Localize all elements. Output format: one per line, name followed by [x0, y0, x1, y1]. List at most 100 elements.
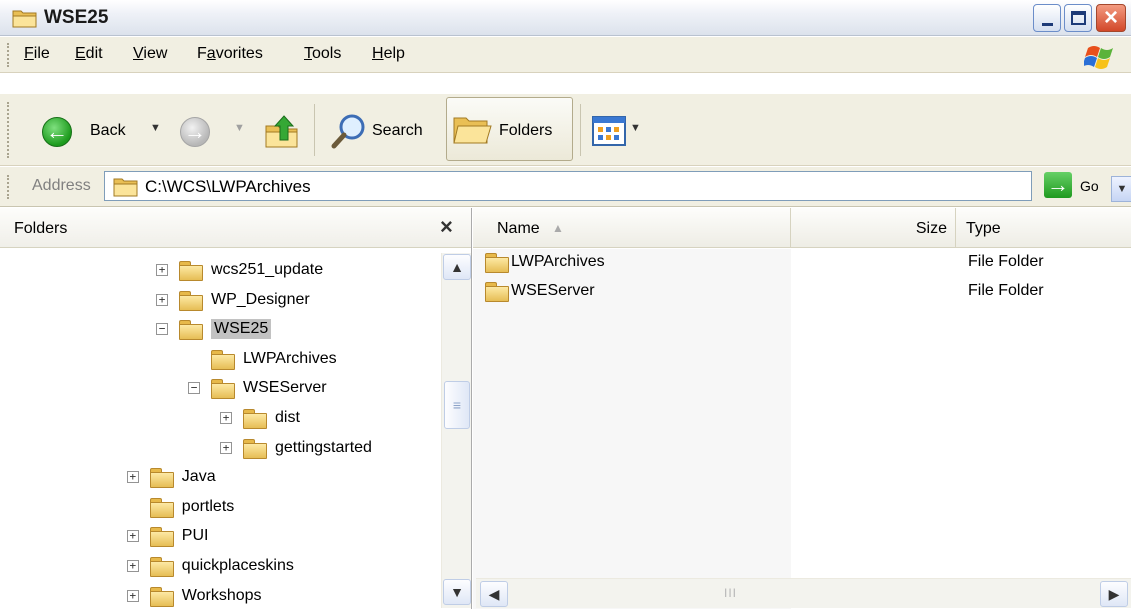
file-name[interactable]: WSEServer	[511, 282, 595, 300]
folder-pane-header: Folders ×	[0, 208, 471, 248]
file-row[interactable]: LWPArchives File Folder	[485, 250, 1125, 276]
tree-item-label[interactable]: wcs251_update	[211, 261, 323, 279]
scroll-left-button[interactable]: ◀	[480, 581, 508, 607]
tree-item[interactable]: − WSE25	[156, 316, 272, 342]
expand-icon[interactable]: +	[156, 264, 168, 276]
expand-icon[interactable]: +	[220, 412, 232, 424]
tree-item[interactable]: + Java	[126, 464, 216, 490]
close-icon: ×	[1103, 4, 1118, 31]
menu-view[interactable]: View	[133, 45, 167, 63]
forward-button[interactable]: →	[180, 117, 210, 147]
collapse-icon[interactable]: −	[188, 382, 200, 395]
tree-item[interactable]: + Workshops	[126, 583, 262, 609]
views-dropdown-icon[interactable]: ▼	[630, 122, 641, 134]
expand-icon[interactable]: +	[126, 471, 139, 484]
address-input[interactable]: C:\WCS\LWPArchives ▼	[104, 171, 1131, 202]
expand-icon[interactable]: +	[220, 441, 232, 454]
tree-item[interactable]: + WP_Designer	[156, 287, 310, 313]
column-size-label: Size	[915, 220, 947, 237]
maximize-icon	[1071, 11, 1086, 25]
horizontal-scrollbar[interactable]: ◀ III ▶	[476, 578, 1131, 608]
scroll-up-button[interactable]: ▲	[443, 254, 471, 280]
toolbar-grip[interactable]	[7, 102, 10, 158]
expand-icon[interactable]: +	[126, 560, 139, 572]
folder-icon	[179, 290, 203, 311]
collapse-icon[interactable]: −	[156, 323, 168, 336]
expand-icon[interactable]: +	[126, 530, 139, 543]
menu-help[interactable]: Help	[372, 45, 405, 63]
tree-item-label[interactable]: LWPArchives	[243, 350, 337, 368]
scroll-right-button[interactable]: ▶	[1100, 581, 1128, 607]
vertical-scrollbar[interactable]: ▲ ≡ ▼	[441, 253, 471, 608]
menu-file[interactable]: File	[24, 45, 50, 63]
up-folder-icon[interactable]	[262, 112, 302, 152]
menu-bar: File Edit View Favorites Tools Help	[0, 37, 1131, 73]
tree-item-label[interactable]: portlets	[182, 498, 234, 516]
menu-edit[interactable]: Edit	[75, 45, 103, 63]
go-label[interactable]: Go	[1080, 178, 1099, 194]
tree-item[interactable]: + quickplaceskins	[126, 553, 294, 579]
tree-item[interactable]: + PUI	[126, 523, 209, 549]
tree-item[interactable]: + gettingstarted	[220, 435, 372, 461]
menu-favorites[interactable]: Favorites	[197, 45, 263, 63]
address-value[interactable]: C:\WCS\LWPArchives	[145, 177, 311, 197]
back-label[interactable]: Back	[90, 122, 126, 140]
folder-icon	[211, 349, 235, 370]
back-button[interactable]: ←	[42, 117, 72, 147]
folder-icon	[149, 557, 174, 577]
address-label: Address	[32, 177, 91, 194]
column-header-size[interactable]: Size	[791, 208, 956, 248]
tree-item-label[interactable]: WSEServer	[243, 379, 327, 397]
folder-icon	[12, 10, 37, 28]
forward-dropdown-icon[interactable]: ▼	[234, 122, 245, 134]
folder-icon	[485, 282, 509, 302]
search-label[interactable]: Search	[372, 122, 423, 140]
folder-icon	[211, 379, 235, 400]
folders-icon	[453, 117, 492, 144]
menu-tools[interactable]: Tools	[304, 45, 341, 63]
toolbar-separator	[314, 104, 315, 156]
maximize-button[interactable]	[1064, 4, 1092, 32]
toolbar-grip[interactable]	[7, 175, 10, 199]
minimize-button[interactable]	[1033, 4, 1061, 32]
address-dropdown-button[interactable]: ▼	[1111, 176, 1131, 202]
close-button[interactable]: ×	[1096, 4, 1126, 32]
scroll-down-button[interactable]: ▼	[443, 579, 471, 605]
back-dropdown-icon[interactable]: ▼	[150, 122, 161, 134]
tree-item[interactable]: − WSEServer	[188, 375, 327, 401]
scroll-thumb[interactable]: ≡	[444, 381, 470, 429]
tree-item[interactable]: + dist	[220, 405, 300, 431]
minimize-icon	[1042, 23, 1053, 26]
tree-item-label[interactable]: gettingstarted	[275, 439, 372, 457]
views-icon[interactable]	[592, 116, 626, 146]
tree-item-label[interactable]: Java	[182, 468, 216, 486]
folder-icon	[113, 178, 138, 197]
toolbar-separator	[580, 104, 581, 156]
expand-icon[interactable]: +	[126, 589, 139, 602]
file-type: File Folder	[968, 282, 1044, 299]
folders-label[interactable]: Folders	[499, 122, 552, 140]
expand-icon[interactable]: +	[156, 293, 168, 306]
tree-item-label[interactable]: WSE25	[211, 319, 272, 340]
tree-item-label[interactable]: quickplaceskins	[182, 557, 294, 575]
folder-icon	[149, 586, 174, 607]
tree-item[interactable]: +LWPArchives	[188, 346, 337, 372]
close-icon[interactable]: ×	[440, 214, 453, 240]
file-name[interactable]: LWPArchives	[511, 253, 605, 271]
back-arrow-icon: ←	[46, 119, 68, 144]
column-header-name[interactable]: Name ▲	[473, 208, 791, 248]
tree-item-label[interactable]: dist	[275, 409, 300, 427]
search-icon[interactable]	[330, 112, 370, 152]
tree-item[interactable]: + wcs251_update	[156, 257, 323, 283]
tree-item[interactable]: +portlets	[127, 494, 234, 520]
tree-item-label[interactable]: WP_Designer	[211, 291, 310, 309]
windows-logo	[1084, 46, 1113, 69]
tree-item-label[interactable]: Workshops	[182, 587, 262, 605]
folder-icon	[243, 409, 267, 429]
tree-item-label[interactable]: PUI	[182, 527, 209, 545]
file-row[interactable]: WSEServer File Folder	[485, 279, 1125, 305]
sort-ascending-icon: ▲	[552, 221, 564, 235]
column-header-type[interactable]: Type	[956, 208, 1131, 248]
go-arrow-icon[interactable]: →	[1044, 172, 1072, 198]
toolbar-grip[interactable]	[7, 43, 10, 67]
